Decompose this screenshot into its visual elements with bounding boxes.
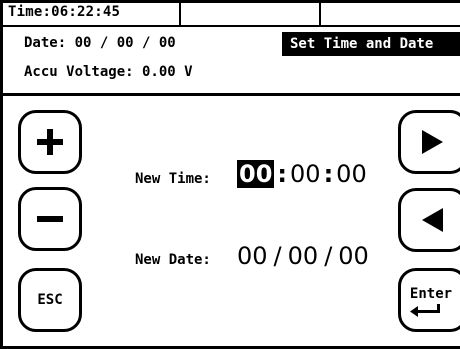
- prev-field-button[interactable]: [398, 188, 460, 252]
- increment-button[interactable]: [18, 110, 82, 174]
- enter-return-icon: [409, 304, 440, 317]
- date-year-field[interactable]: 00: [338, 242, 369, 270]
- new-date-label: New Date:: [135, 252, 211, 268]
- esc-button[interactable]: ESC: [18, 268, 82, 332]
- decrement-button[interactable]: [18, 187, 82, 251]
- current-date: Date: 00 / 00 / 00: [24, 35, 176, 51]
- play-left-icon: [422, 208, 443, 232]
- time-minutes-field[interactable]: 00: [290, 160, 321, 188]
- accu-voltage: Accu Voltage: 0.00 V: [24, 64, 193, 80]
- time-separator: :: [277, 160, 288, 188]
- play-right-icon: [422, 130, 443, 154]
- new-time-label: New Time:: [135, 171, 211, 187]
- new-date-value[interactable]: 00/00/00: [237, 242, 369, 270]
- enter-label: Enter: [409, 286, 453, 302]
- frame-left: [0, 0, 3, 349]
- plus-icon: [37, 129, 63, 155]
- date-separator: /: [273, 242, 282, 270]
- date-separator: /: [324, 242, 333, 270]
- new-time-value[interactable]: 00:00:00: [237, 160, 367, 188]
- screen-title: Set Time and Date: [282, 32, 460, 56]
- time-seconds-field[interactable]: 00: [336, 160, 367, 188]
- current-time: Time:06:22:45: [8, 4, 121, 20]
- touch-screen: Time:06:22:45 Date: 00 / 00 / 00 Accu Vo…: [0, 0, 460, 349]
- status-cell-2: [181, 3, 321, 25]
- time-separator: :: [323, 160, 334, 188]
- time-hours-field[interactable]: 00: [237, 160, 275, 188]
- enter-button[interactable]: Enter: [398, 268, 460, 332]
- date-day-field[interactable]: 00: [237, 242, 268, 270]
- status-cell-3: [321, 3, 460, 25]
- minus-icon: [37, 216, 63, 222]
- header-divider: [0, 93, 460, 96]
- date-month-field[interactable]: 00: [288, 242, 319, 270]
- esc-label: ESC: [37, 292, 63, 308]
- next-field-button[interactable]: [398, 110, 460, 174]
